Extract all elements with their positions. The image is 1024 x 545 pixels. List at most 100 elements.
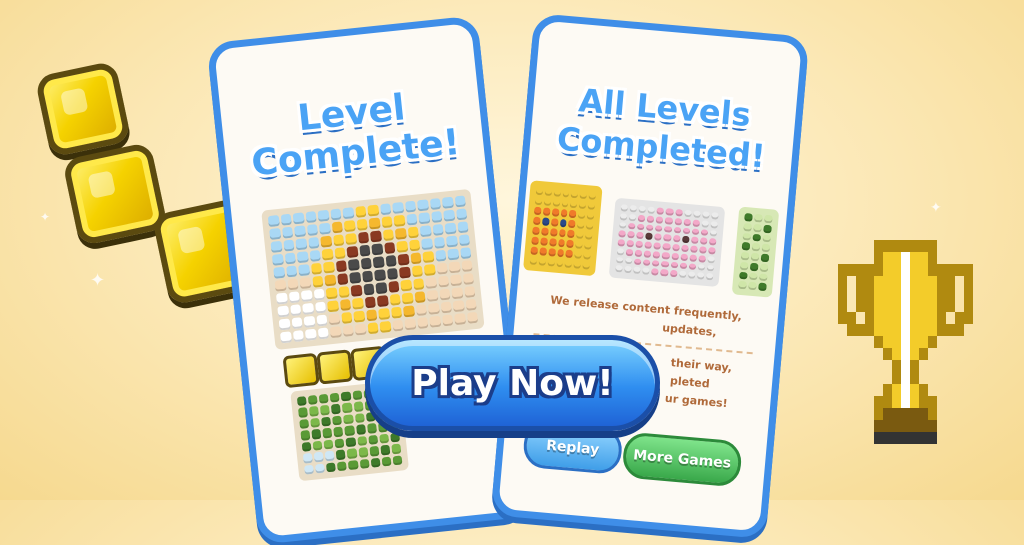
bead xyxy=(280,213,292,226)
trophy-pixel xyxy=(883,324,892,336)
trophy-pixel xyxy=(901,324,910,336)
more-games-button[interactable]: More Games xyxy=(621,431,743,488)
trophy-pixel xyxy=(892,360,901,372)
bead xyxy=(577,220,585,230)
bead xyxy=(372,256,385,269)
bead xyxy=(396,240,408,253)
bead xyxy=(274,279,287,292)
level-complete-title: Level Complete! xyxy=(230,81,477,186)
trophy-pixel xyxy=(874,408,883,420)
bead xyxy=(317,327,329,340)
trophy-pixel xyxy=(919,288,928,300)
trophy-pixel xyxy=(910,432,919,444)
bead xyxy=(322,261,335,274)
bead xyxy=(296,251,309,264)
bead xyxy=(348,459,359,471)
bead xyxy=(449,274,462,287)
bead xyxy=(326,461,337,473)
bead xyxy=(343,414,354,425)
trophy-pixel xyxy=(946,288,955,300)
bead xyxy=(544,187,552,197)
trophy-pixel xyxy=(892,312,901,324)
trophy-pixel xyxy=(901,300,910,312)
bead xyxy=(300,430,311,441)
bead xyxy=(434,249,447,262)
bead xyxy=(674,217,682,226)
bead xyxy=(586,211,595,220)
trophy-pixel xyxy=(928,324,937,336)
trophy-pixel xyxy=(910,372,919,384)
bead xyxy=(331,221,343,234)
bead xyxy=(275,292,288,305)
bead xyxy=(634,249,643,257)
bead xyxy=(421,238,433,251)
bead xyxy=(579,190,588,200)
trophy-pixel xyxy=(928,336,937,348)
bead xyxy=(307,394,318,406)
bead xyxy=(553,188,561,197)
bead xyxy=(534,196,543,206)
bead xyxy=(269,227,281,240)
trophy-pixel xyxy=(892,348,901,360)
bead xyxy=(436,262,448,275)
bead xyxy=(352,390,363,401)
trophy-pixel xyxy=(838,276,847,288)
trophy-pixel xyxy=(892,408,901,420)
bead xyxy=(329,208,342,221)
bead xyxy=(539,247,547,256)
trophy-pixel xyxy=(964,276,973,288)
play-now-button[interactable]: Play Now! xyxy=(365,335,660,431)
sparkle-icon: ✦ xyxy=(930,200,942,216)
bead xyxy=(338,286,350,299)
bead xyxy=(426,289,439,302)
bead xyxy=(369,230,382,243)
trophy-pixel xyxy=(910,384,919,396)
bead xyxy=(292,212,305,225)
bead xyxy=(364,296,376,309)
bead xyxy=(299,277,312,290)
bead xyxy=(615,265,623,273)
bead xyxy=(710,220,718,229)
trophy-pixel xyxy=(955,312,964,324)
trophy-pixel xyxy=(919,432,928,444)
bead xyxy=(743,222,752,232)
bead xyxy=(556,248,565,258)
bead xyxy=(633,266,641,275)
bead xyxy=(465,298,477,311)
bead xyxy=(392,201,404,215)
trophy-pixel xyxy=(874,420,883,432)
bead xyxy=(740,251,750,261)
bead xyxy=(749,272,758,281)
bead xyxy=(549,228,558,237)
trophy-pixel xyxy=(892,396,901,408)
bead xyxy=(400,279,412,292)
bead xyxy=(708,247,716,255)
bead xyxy=(315,463,326,474)
bead xyxy=(342,402,353,414)
bead xyxy=(680,244,689,252)
trophy-pixel xyxy=(919,396,928,408)
bead xyxy=(568,219,576,229)
bead xyxy=(669,269,678,278)
bead xyxy=(531,236,539,246)
trophy-pixel xyxy=(910,276,919,288)
bead xyxy=(634,258,642,266)
trophy-pixel xyxy=(892,264,901,276)
bead xyxy=(359,458,370,469)
bead xyxy=(311,275,324,288)
bead xyxy=(287,278,299,291)
bead xyxy=(370,457,381,468)
gold-gem-icon xyxy=(316,349,354,385)
bead xyxy=(271,253,284,266)
bead xyxy=(267,215,280,228)
bead xyxy=(624,266,632,274)
bead xyxy=(341,391,352,402)
bead xyxy=(318,393,329,405)
bead xyxy=(312,440,323,451)
bead xyxy=(587,201,596,210)
trophy-pixel xyxy=(946,300,955,312)
bead xyxy=(629,205,638,213)
bead xyxy=(556,258,564,268)
bead xyxy=(448,261,461,274)
bead xyxy=(749,262,759,271)
